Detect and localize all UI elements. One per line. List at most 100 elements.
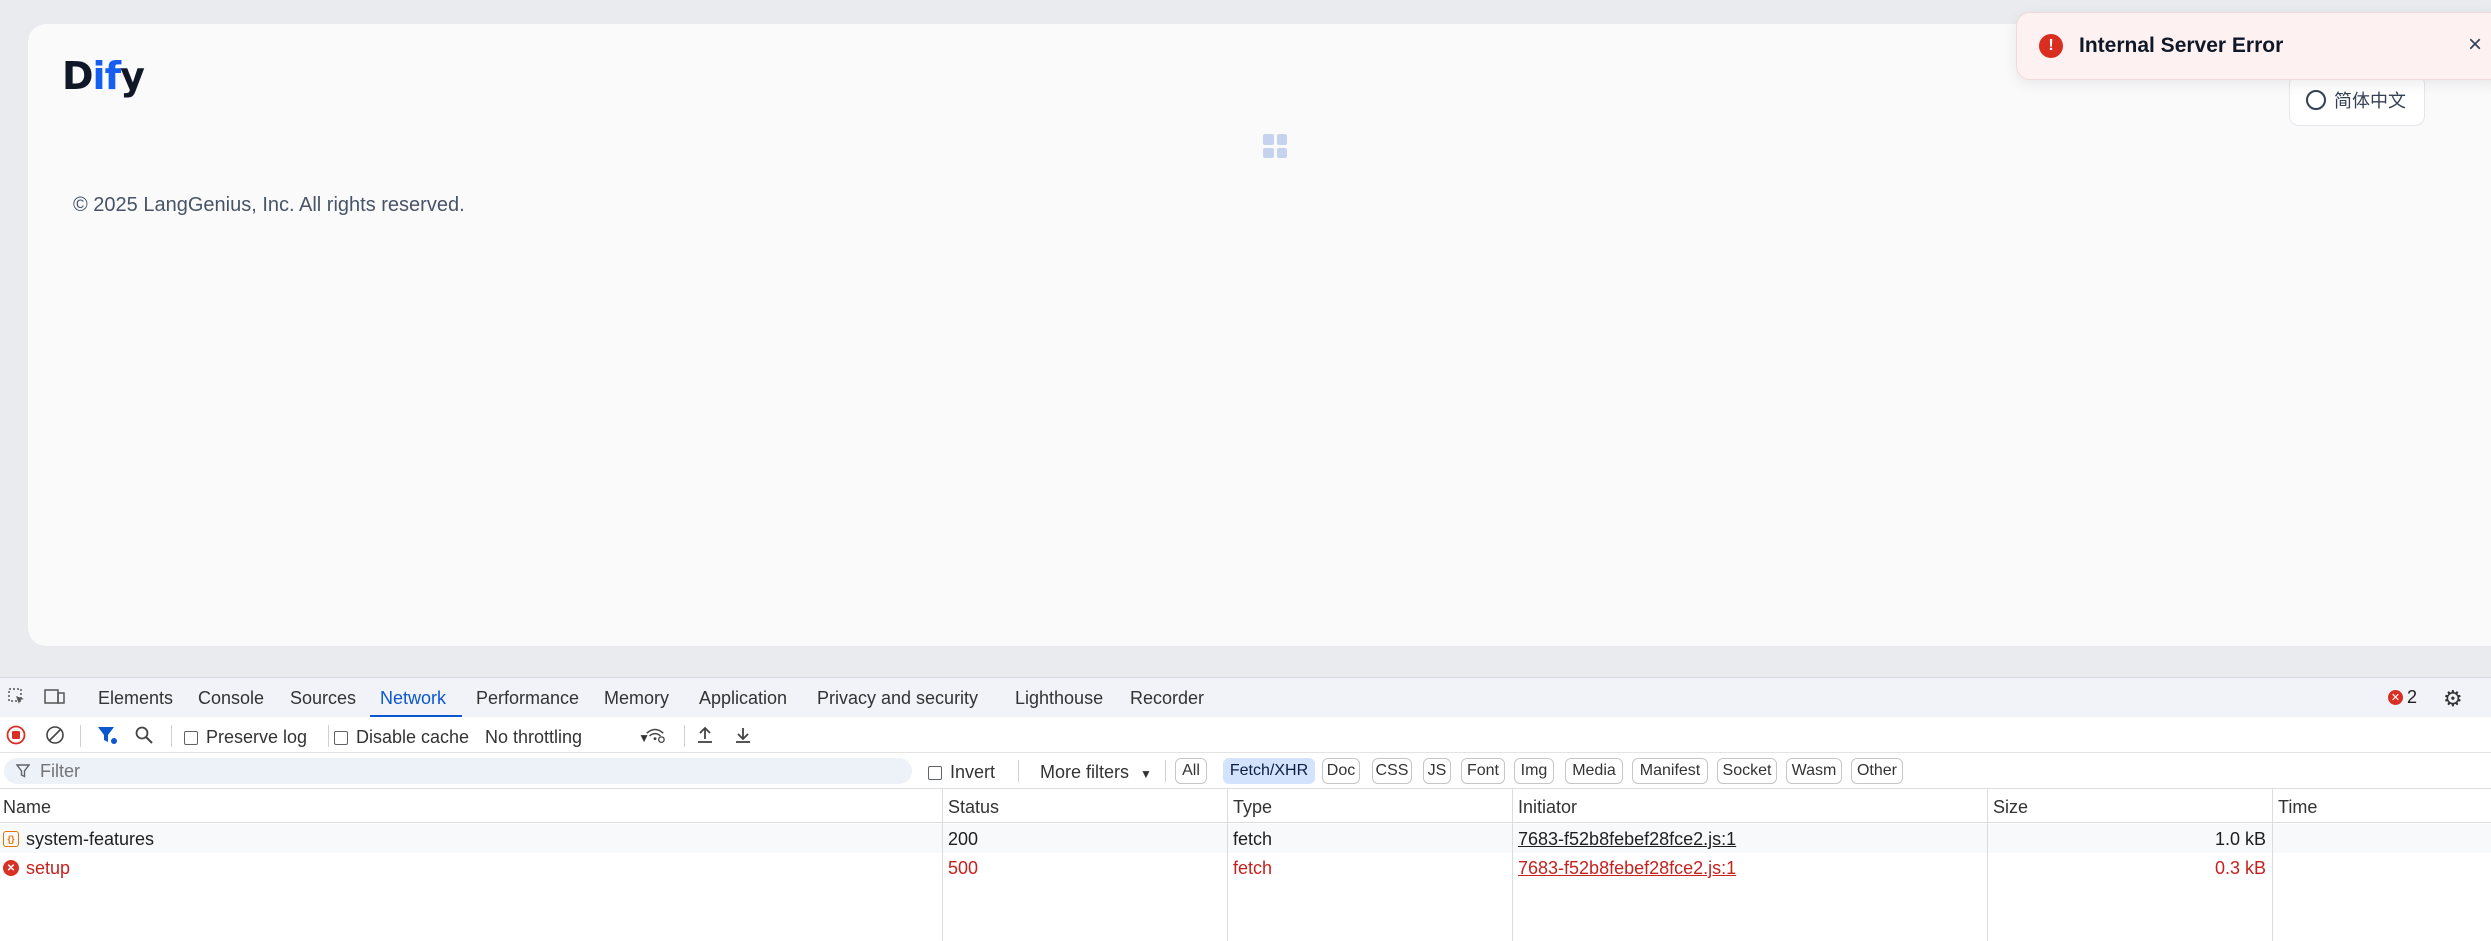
request-name[interactable]: system-features: [26, 829, 154, 850]
request-status: 500: [948, 858, 979, 878]
table-row[interactable]: {} system-features 200 fetch 7683-f52b8f…: [0, 824, 2491, 853]
toolbar-divider: [684, 725, 685, 747]
checkbox-box[interactable]: [928, 765, 942, 780]
chip-socket[interactable]: Socket: [1717, 758, 1777, 784]
disable-cache-checkbox[interactable]: Disable cache: [334, 727, 469, 748]
chip-media[interactable]: Media: [1565, 758, 1623, 784]
chip-font[interactable]: Font: [1461, 758, 1505, 784]
request-type: fetch: [1233, 858, 1273, 878]
chip-other[interactable]: Other: [1851, 758, 1903, 784]
request-size: 1.0 kB: [2214, 829, 2266, 849]
tab-privacy-and-security[interactable]: Privacy and security: [817, 688, 978, 709]
column-header-time[interactable]: Time: [2278, 797, 2317, 818]
copyright-text: © 2025 LangGenius, Inc. All rights reser…: [73, 194, 465, 216]
chip-css[interactable]: CSS: [1372, 758, 1412, 784]
column-divider[interactable]: [1512, 789, 1513, 941]
tab-console[interactable]: Console: [198, 688, 264, 709]
devtools-tabbar: Elements Console Sources Network Perform…: [0, 677, 2491, 718]
column-divider[interactable]: [1227, 789, 1228, 941]
tab-elements[interactable]: Elements: [98, 688, 173, 709]
column-header-status[interactable]: Status: [948, 797, 999, 818]
chip-js[interactable]: JS: [1423, 758, 1451, 784]
device-toolbar-icon[interactable]: [44, 686, 66, 708]
chip-img[interactable]: Img: [1514, 758, 1554, 784]
column-divider[interactable]: [2272, 789, 2273, 941]
more-filters-label: More filters: [1040, 762, 1130, 782]
network-filterbar: Invert More filters ▼ All Fetch/XHR Doc …: [0, 753, 2491, 789]
error-icon: ✕: [2388, 690, 2403, 705]
funnel-icon: [16, 764, 30, 778]
more-filters-dropdown[interactable]: More filters ▼: [1040, 762, 1152, 783]
dify-logo: Dify: [62, 54, 145, 98]
chevron-down-icon: ▼: [1140, 767, 1152, 781]
language-button[interactable]: 简体中文: [2289, 74, 2425, 126]
request-type: fetch: [1233, 829, 1273, 849]
toast-message: Internal Server Error: [2079, 34, 2284, 57]
stop-recording-icon[interactable]: [5, 724, 27, 746]
preserve-log-checkbox[interactable]: Preserve log: [184, 727, 307, 748]
chip-fetch-xhr[interactable]: Fetch/XHR: [1223, 758, 1315, 784]
toolbar-divider: [1165, 760, 1166, 782]
request-status: 200: [948, 829, 979, 849]
disable-cache-label: Disable cache: [356, 727, 470, 747]
tab-memory[interactable]: Memory: [604, 688, 669, 709]
throttling-value: No throttling: [485, 727, 583, 747]
preserve-log-label: Preserve log: [206, 727, 308, 747]
tab-recorder[interactable]: Recorder: [1130, 688, 1204, 709]
chip-all[interactable]: All: [1175, 758, 1207, 784]
network-conditions-icon[interactable]: [644, 724, 666, 746]
toolbar-divider: [80, 725, 81, 747]
language-label: 简体中文: [2334, 91, 2406, 111]
tab-network[interactable]: Network: [380, 688, 446, 709]
filter-input[interactable]: [40, 760, 900, 782]
column-header-type[interactable]: Type: [1233, 797, 1272, 818]
column-header-size[interactable]: Size: [1993, 797, 2028, 818]
upload-icon[interactable]: [694, 724, 716, 746]
chip-doc[interactable]: Doc: [1322, 758, 1360, 784]
toolbar-divider: [171, 725, 172, 747]
request-initiator-link[interactable]: 7683-f52b8febef28fce2.js:1: [1518, 829, 1736, 850]
devtools-panel: Elements Console Sources Network Perform…: [0, 677, 2491, 941]
chip-wasm[interactable]: Wasm: [1786, 758, 1842, 784]
request-initiator-link[interactable]: 7683-f52b8febef28fce2.js:1: [1518, 858, 1736, 879]
filter-field[interactable]: [4, 758, 912, 784]
column-header-initiator[interactable]: Initiator: [1518, 797, 1577, 818]
column-header-name[interactable]: Name: [3, 797, 51, 818]
tab-sources[interactable]: Sources: [290, 688, 356, 709]
tab-performance[interactable]: Performance: [476, 688, 579, 709]
search-icon[interactable]: [133, 724, 155, 746]
browser-viewport: Dify © 2025 LangGenius, Inc. All rights …: [0, 0, 2491, 677]
fetch-icon: {}: [3, 831, 19, 847]
gear-icon[interactable]: ⚙: [2443, 686, 2463, 712]
error-toast: ! Internal Server Error ×: [2016, 12, 2491, 80]
toolbar-divider: [328, 725, 329, 747]
column-divider[interactable]: [1987, 789, 1988, 941]
page-card: Dify © 2025 LangGenius, Inc. All rights …: [28, 24, 2491, 646]
chip-manifest[interactable]: Manifest: [1632, 758, 1708, 784]
close-icon[interactable]: ×: [2468, 31, 2482, 59]
error-counter[interactable]: ✕ 2: [2388, 687, 2417, 708]
error-icon: !: [2039, 34, 2063, 58]
network-table: Name Status Type Initiator Size Time {} …: [0, 789, 2491, 941]
checkbox-box[interactable]: [184, 730, 198, 745]
invert-label: Invert: [950, 762, 996, 782]
error-count-label: 2: [2407, 687, 2418, 707]
table-header: Name Status Type Initiator Size Time: [0, 789, 2491, 823]
download-icon[interactable]: [732, 724, 754, 746]
loading-icon: [1263, 134, 1287, 158]
checkbox-box[interactable]: [334, 730, 348, 745]
invert-checkbox[interactable]: Invert: [928, 762, 995, 783]
tab-lighthouse[interactable]: Lighthouse: [1015, 688, 1103, 709]
toolbar-divider: [1018, 760, 1019, 782]
network-toolbar: Preserve log Disable cache No throttling…: [0, 717, 2491, 753]
filter-icon[interactable]: [96, 724, 118, 746]
table-row[interactable]: ✕ setup 500 fetch 7683-f52b8febef28fce2.…: [0, 853, 2491, 882]
globe-icon: [2306, 90, 2326, 110]
inspect-element-icon[interactable]: [6, 686, 28, 708]
clear-icon[interactable]: [44, 724, 66, 746]
throttling-select[interactable]: No throttling ▼: [485, 727, 650, 748]
error-icon: ✕: [3, 860, 19, 876]
request-name[interactable]: setup: [26, 858, 70, 879]
tab-application[interactable]: Application: [699, 688, 787, 709]
column-divider[interactable]: [942, 789, 943, 941]
